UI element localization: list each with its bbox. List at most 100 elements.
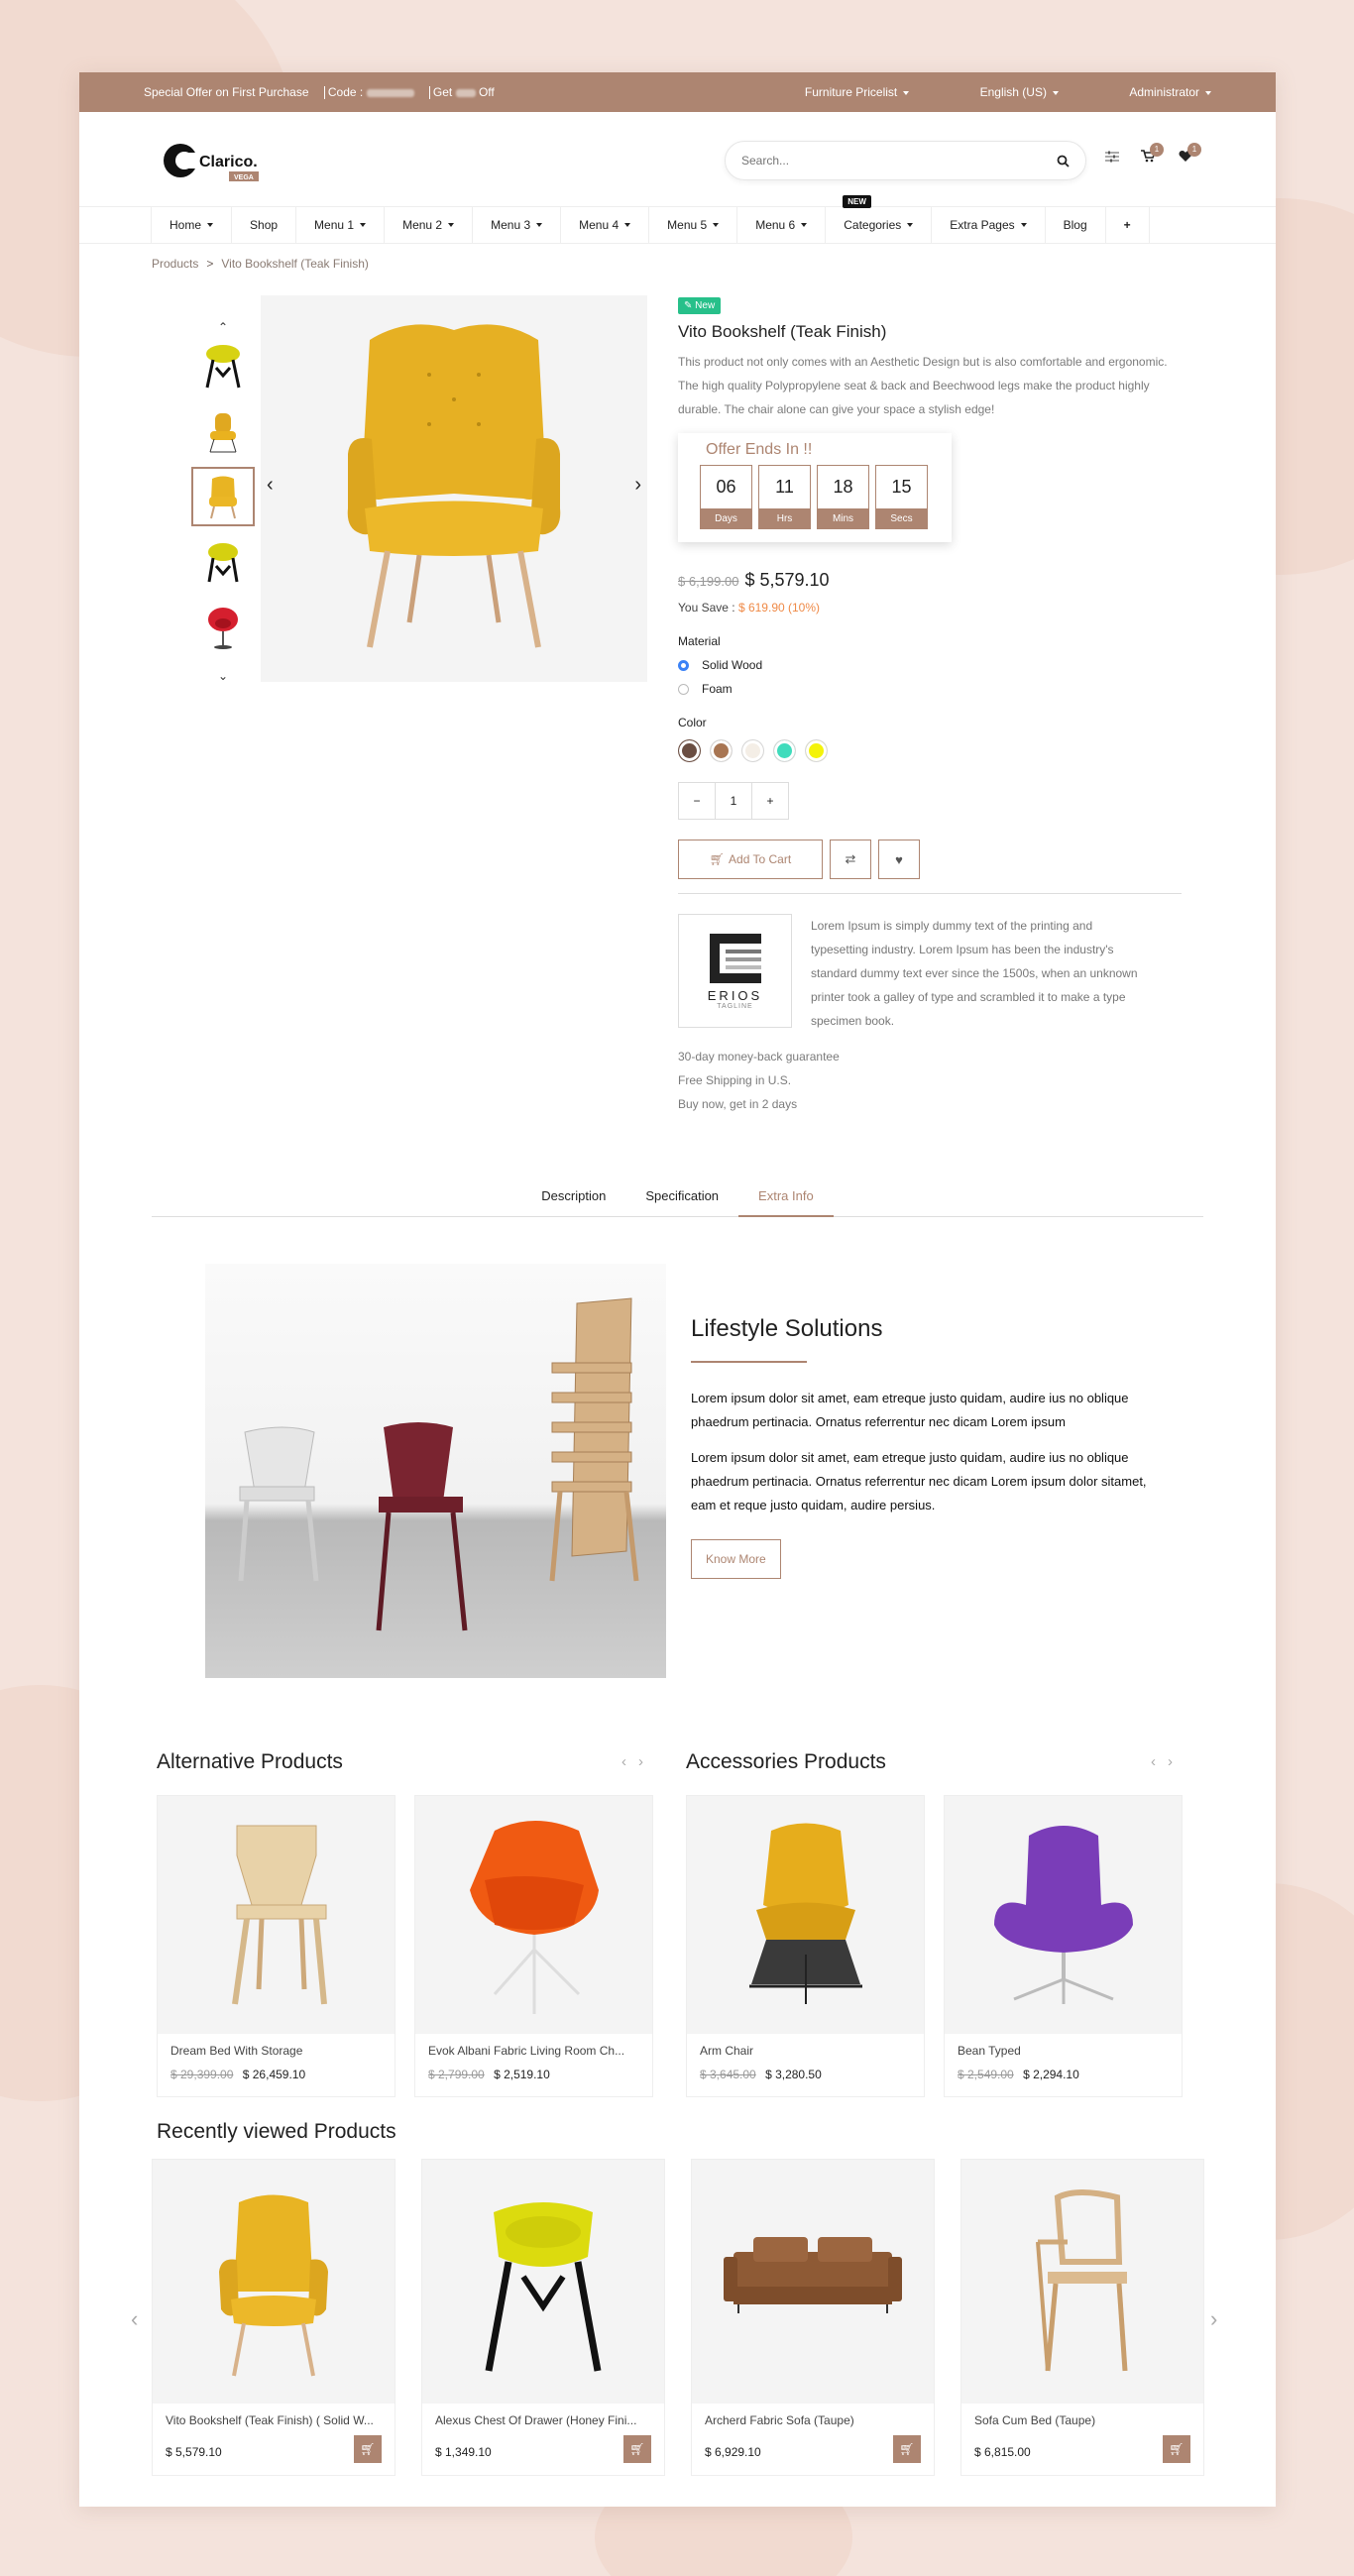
divider xyxy=(678,893,1182,894)
old-price: $ 2,799.00 xyxy=(428,2068,485,2081)
nav-menu-2[interactable]: Menu 2 xyxy=(384,207,472,243)
cart-icon[interactable]: 1 xyxy=(1141,143,1164,166)
tab-specification[interactable]: Specification xyxy=(625,1187,738,1217)
product-card[interactable]: Arm Chair $ 3,645.00 $ 3,280.50 xyxy=(686,1795,925,2097)
chevron-down-icon xyxy=(907,223,914,227)
prev-arrow-icon[interactable]: ‹ xyxy=(621,1753,626,1770)
color-swatch-cream[interactable] xyxy=(741,739,764,762)
product-card[interactable]: Archerd Fabric Sofa (Taupe) $ 6,929.10 🛒… xyxy=(691,2159,935,2476)
product-card[interactable]: Alexus Chest Of Drawer (Honey Fini... $ … xyxy=(421,2159,665,2476)
nav-menu-5[interactable]: Menu 5 xyxy=(648,207,736,243)
nav-menu-3[interactable]: Menu 3 xyxy=(472,207,560,243)
material-option-foam[interactable]: Foam xyxy=(678,682,1174,696)
logo[interactable]: Clarico. VEGA xyxy=(163,139,272,184)
color-swatch-brown[interactable] xyxy=(710,739,733,762)
thumbnail[interactable] xyxy=(191,401,255,461)
nav-menu-6[interactable]: Menu 6 xyxy=(736,207,825,243)
add-to-cart-button[interactable]: 🛒︎ Add To Cart xyxy=(678,840,823,879)
chevron-up-icon[interactable]: ⌃ xyxy=(191,320,255,334)
wishlist-heart-icon[interactable]: 1 xyxy=(1179,143,1201,166)
tab-extra-info[interactable]: Extra Info xyxy=(738,1187,834,1217)
breadcrumb-current: Vito Bookshelf (Teak Finish) xyxy=(221,257,369,271)
know-more-button[interactable]: Know More xyxy=(691,1539,781,1579)
material-option-solid-wood[interactable]: Solid Wood xyxy=(678,658,1174,672)
nav-label: Blog xyxy=(1063,218,1087,232)
filter-sliders-icon[interactable] xyxy=(1105,150,1119,166)
prev-arrow-icon[interactable]: ‹ xyxy=(1151,1753,1156,1770)
cart-count-badge: 1 xyxy=(1150,143,1164,157)
yellow-armchair-image xyxy=(347,324,561,648)
chevron-down-icon xyxy=(1052,90,1059,95)
product-card[interactable]: Evok Albani Fabric Living Room Ch... $ 2… xyxy=(414,1795,653,2097)
nav-menu-4[interactable]: Menu 4 xyxy=(560,207,648,243)
cart-icon[interactable]: 🛒︎ xyxy=(623,2435,651,2463)
product-price: $ 3,645.00 $ 3,280.50 xyxy=(687,2068,924,2081)
user-dropdown[interactable]: Administrator xyxy=(1095,85,1211,99)
compare-icon[interactable]: ⇄ xyxy=(830,840,871,879)
product-price: $ 29,399.00 $ 26,459.10 xyxy=(158,2068,395,2081)
chevron-down-icon xyxy=(448,223,455,227)
language-label: English (US) xyxy=(979,85,1047,99)
next-arrow-icon[interactable]: › xyxy=(638,1753,643,1770)
thumbnail[interactable] xyxy=(191,336,255,395)
nav-categories[interactable]: NEW Categories xyxy=(825,195,931,243)
thumbnail[interactable] xyxy=(191,598,255,657)
nav-more-plus[interactable]: + xyxy=(1104,207,1150,243)
chevron-down-icon xyxy=(713,223,720,227)
search-box xyxy=(725,141,1086,180)
cart-icon[interactable]: 🛒︎ xyxy=(354,2435,382,2463)
language-dropdown[interactable]: English (US) xyxy=(947,85,1059,99)
current-price: $ 26,459.10 xyxy=(242,2068,306,2081)
countdown-value: 06 xyxy=(716,477,736,497)
cart-icon: 🛒︎ xyxy=(709,852,726,866)
tab-description[interactable]: Description xyxy=(521,1187,625,1217)
next-arrow-icon[interactable]: › xyxy=(634,474,641,497)
product-title: Vito Bookshelf (Teak Finish) xyxy=(678,322,887,341)
thumbnail-selected[interactable] xyxy=(191,467,255,526)
logo-sub: VEGA xyxy=(234,174,254,181)
old-price: $ 6,199.00 xyxy=(678,574,739,589)
offer-title: Offer Ends In !! xyxy=(706,441,813,458)
quantity-value[interactable]: 1 xyxy=(716,783,752,819)
nav-label: Extra Pages xyxy=(950,218,1015,232)
cart-icon[interactable]: 🛒︎ xyxy=(893,2435,921,2463)
thumbnail[interactable] xyxy=(191,532,255,592)
color-swatch-dark-brown[interactable] xyxy=(678,739,701,762)
prev-arrow-icon[interactable]: ‹ xyxy=(131,2306,138,2332)
brand-logo: ERIOS TAGLINE xyxy=(678,914,792,1028)
product-card[interactable]: Dream Bed With Storage $ 29,399.00 $ 26,… xyxy=(157,1795,395,2097)
nav-blog[interactable]: Blog xyxy=(1044,207,1105,243)
current-price: $ 5,579.10 xyxy=(744,570,830,590)
product-image xyxy=(415,1796,652,2034)
wishlist-heart-icon[interactable]: ♥ xyxy=(878,840,920,879)
breadcrumb: Products > Vito Bookshelf (Teak Finish) xyxy=(152,257,369,271)
next-arrow-icon[interactable]: › xyxy=(1210,2306,1217,2332)
next-arrow-icon[interactable]: › xyxy=(1168,1753,1173,1770)
recently-viewed-title: Recently viewed Products xyxy=(157,2120,396,2143)
plus-icon[interactable]: + xyxy=(752,783,788,819)
color-swatch-teal[interactable] xyxy=(773,739,796,762)
nav-menu-1[interactable]: Menu 1 xyxy=(295,207,384,243)
minus-icon[interactable]: − xyxy=(679,783,716,819)
chevron-down-icon[interactable]: ⌄ xyxy=(191,669,255,683)
search-icon[interactable] xyxy=(1057,155,1070,168)
prev-arrow-icon[interactable]: ‹ xyxy=(267,474,274,497)
color-swatch-yellow[interactable] xyxy=(805,739,828,762)
pricelist-dropdown[interactable]: Furniture Pricelist xyxy=(771,85,910,99)
cart-icon[interactable]: 🛒︎ xyxy=(1163,2435,1190,2463)
plus-icon: + xyxy=(1123,218,1131,232)
nav-extra-pages[interactable]: Extra Pages xyxy=(931,207,1044,243)
nav-shop[interactable]: Shop xyxy=(231,207,295,243)
search-input[interactable] xyxy=(741,154,1057,168)
product-card[interactable]: Sofa Cum Bed (Taupe) $ 6,815.00 🛒︎ xyxy=(960,2159,1204,2476)
chevron-down-icon xyxy=(360,223,367,227)
header: Clarico. VEGA 1 1 xyxy=(79,112,1276,206)
breadcrumb-products[interactable]: Products xyxy=(152,257,198,271)
perk-item: Free Shipping in U.S. xyxy=(678,1073,792,1087)
countdown-label: Hrs xyxy=(759,508,810,528)
nav-home[interactable]: Home xyxy=(151,207,231,243)
countdown-days: 06 Days xyxy=(700,465,752,529)
product-card[interactable]: Vito Bookshelf (Teak Finish) ( Solid W..… xyxy=(152,2159,395,2476)
product-card[interactable]: Bean Typed $ 2,549.00 $ 2,294.10 xyxy=(944,1795,1183,2097)
material-option-label: Foam xyxy=(702,682,733,696)
